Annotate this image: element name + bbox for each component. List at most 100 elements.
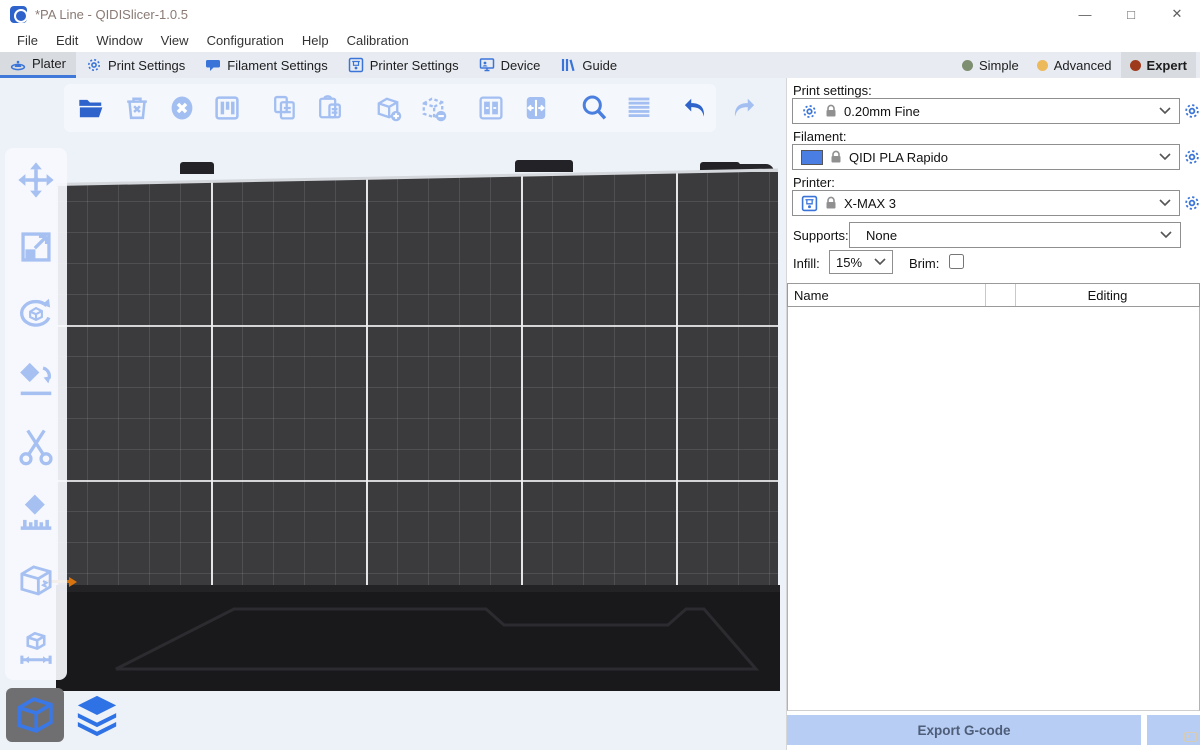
tab-filament-settings[interactable]: Filament Settings <box>195 52 337 78</box>
cube-3d-view-icon <box>13 693 57 737</box>
guide-books-icon <box>560 57 576 73</box>
print-settings-select[interactable]: 0.20mm Fine <box>792 98 1180 124</box>
print-bed-surface[interactable] <box>56 170 778 586</box>
remove-instance-icon <box>418 93 448 123</box>
menu-item-configuration[interactable]: Configuration <box>198 33 293 48</box>
plater-icon <box>10 56 26 72</box>
app-logo-icon <box>10 6 27 23</box>
place-on-face-icon <box>16 361 56 401</box>
open-file-button[interactable] <box>76 92 108 124</box>
lock-icon <box>825 104 837 118</box>
paste-button[interactable] <box>314 92 346 124</box>
tab-plater[interactable]: Plater <box>0 52 76 78</box>
printer-label: Printer: <box>793 175 835 190</box>
paste-icon <box>315 93 345 123</box>
column-header-name: Name <box>788 284 986 306</box>
mode-simple[interactable]: Simple <box>953 52 1028 78</box>
search-icon <box>579 93 609 123</box>
printer-gear-button[interactable] <box>1183 194 1200 212</box>
cut-button[interactable] <box>14 425 58 469</box>
arrange-button[interactable] <box>211 92 243 124</box>
tab-bar: Plater Print Settings Filament Settings … <box>0 52 1200 78</box>
chevron-down-icon <box>1159 153 1171 161</box>
redo-icon <box>727 93 757 123</box>
paint-supports-button[interactable] <box>14 492 58 536</box>
mode-expert[interactable]: Expert <box>1121 52 1196 78</box>
redo-button[interactable] <box>726 92 758 124</box>
menu-item-file[interactable]: File <box>8 33 47 48</box>
print-settings-gear-button[interactable] <box>1183 102 1200 120</box>
object-list-header: Name Editing <box>787 283 1200 307</box>
delete-all-button[interactable] <box>166 92 198 124</box>
search-button[interactable] <box>578 92 610 124</box>
mode-advanced[interactable]: Advanced <box>1028 52 1121 78</box>
tab-label: Filament Settings <box>227 58 327 73</box>
filament-value: QIDI PLA Rapido <box>849 150 1152 165</box>
supports-label: Supports: <box>793 228 849 243</box>
chevron-down-icon <box>1159 107 1171 115</box>
copy-button[interactable] <box>269 92 301 124</box>
left-toolbar <box>5 148 67 680</box>
printer-select[interactable]: X-MAX 3 <box>792 190 1180 216</box>
undo-button[interactable] <box>681 92 713 124</box>
infill-select[interactable]: 15% <box>829 250 893 274</box>
remove-instance-button[interactable] <box>417 92 449 124</box>
layers-preview-icon <box>74 692 120 738</box>
split-objects-button[interactable] <box>475 92 507 124</box>
tab-device[interactable]: Device <box>469 52 551 78</box>
bed-clip <box>515 160 573 172</box>
top-toolbar <box>64 84 716 132</box>
rotate-button[interactable] <box>14 292 58 336</box>
3d-viewport[interactable] <box>0 78 786 750</box>
printer-value: X-MAX 3 <box>844 196 1152 211</box>
seam-painting-button[interactable] <box>14 559 58 603</box>
menu-item-window[interactable]: Window <box>87 33 151 48</box>
filament-gear-button[interactable] <box>1183 148 1200 166</box>
gear-icon <box>86 57 102 73</box>
menu-item-calibration[interactable]: Calibration <box>338 33 418 48</box>
delete-all-icon <box>167 93 197 123</box>
rotate-icon <box>16 294 56 334</box>
tab-printer-settings[interactable]: Printer Settings <box>338 52 469 78</box>
menu-item-view[interactable]: View <box>152 33 198 48</box>
tab-label: Printer Settings <box>370 58 459 73</box>
export-gcode-button[interactable]: Export G-code <box>787 715 1141 745</box>
printer-icon <box>348 57 364 73</box>
menu-item-edit[interactable]: Edit <box>47 33 87 48</box>
preview-view-toggle[interactable] <box>68 688 126 742</box>
supports-select[interactable]: None <box>849 222 1181 248</box>
advanced-mode-dot-icon <box>1037 60 1048 71</box>
tab-print-settings[interactable]: Print Settings <box>76 52 195 78</box>
trash-delete-icon <box>122 93 152 123</box>
gear-icon <box>801 103 818 120</box>
measure-button[interactable] <box>14 626 58 670</box>
gear-icon <box>1183 148 1200 166</box>
split-parts-button[interactable] <box>520 92 552 124</box>
delete-button[interactable] <box>121 92 153 124</box>
split-parts-icon <box>521 93 551 123</box>
infill-value: 15% <box>836 255 867 270</box>
editor-view-toggle[interactable] <box>6 688 64 742</box>
place-on-face-button[interactable] <box>14 359 58 403</box>
filament-select[interactable]: QIDI PLA Rapido <box>792 144 1180 170</box>
scale-button[interactable] <box>14 225 58 269</box>
print-bed-front <box>56 585 780 691</box>
brim-checkbox[interactable] <box>949 254 964 269</box>
export-options-button[interactable] <box>1147 715 1200 745</box>
move-button[interactable] <box>14 158 58 202</box>
tab-label: Print Settings <box>108 58 185 73</box>
folder-open-icon <box>77 93 107 123</box>
maximize-button[interactable]: □ <box>1108 0 1154 28</box>
move-icon <box>16 160 56 200</box>
add-instance-button[interactable] <box>372 92 404 124</box>
close-button[interactable]: ✕ <box>1154 0 1200 28</box>
expert-mode-dot-icon <box>1130 60 1141 71</box>
variable-layer-height-button[interactable] <box>623 92 655 124</box>
tab-guide[interactable]: Guide <box>550 52 627 78</box>
chevron-down-icon <box>874 258 886 266</box>
object-list[interactable] <box>787 307 1200 711</box>
lock-icon <box>830 150 842 164</box>
minimize-button[interactable]: — <box>1062 0 1108 28</box>
filament-color-swatch <box>801 150 823 165</box>
menu-item-help[interactable]: Help <box>293 33 338 48</box>
